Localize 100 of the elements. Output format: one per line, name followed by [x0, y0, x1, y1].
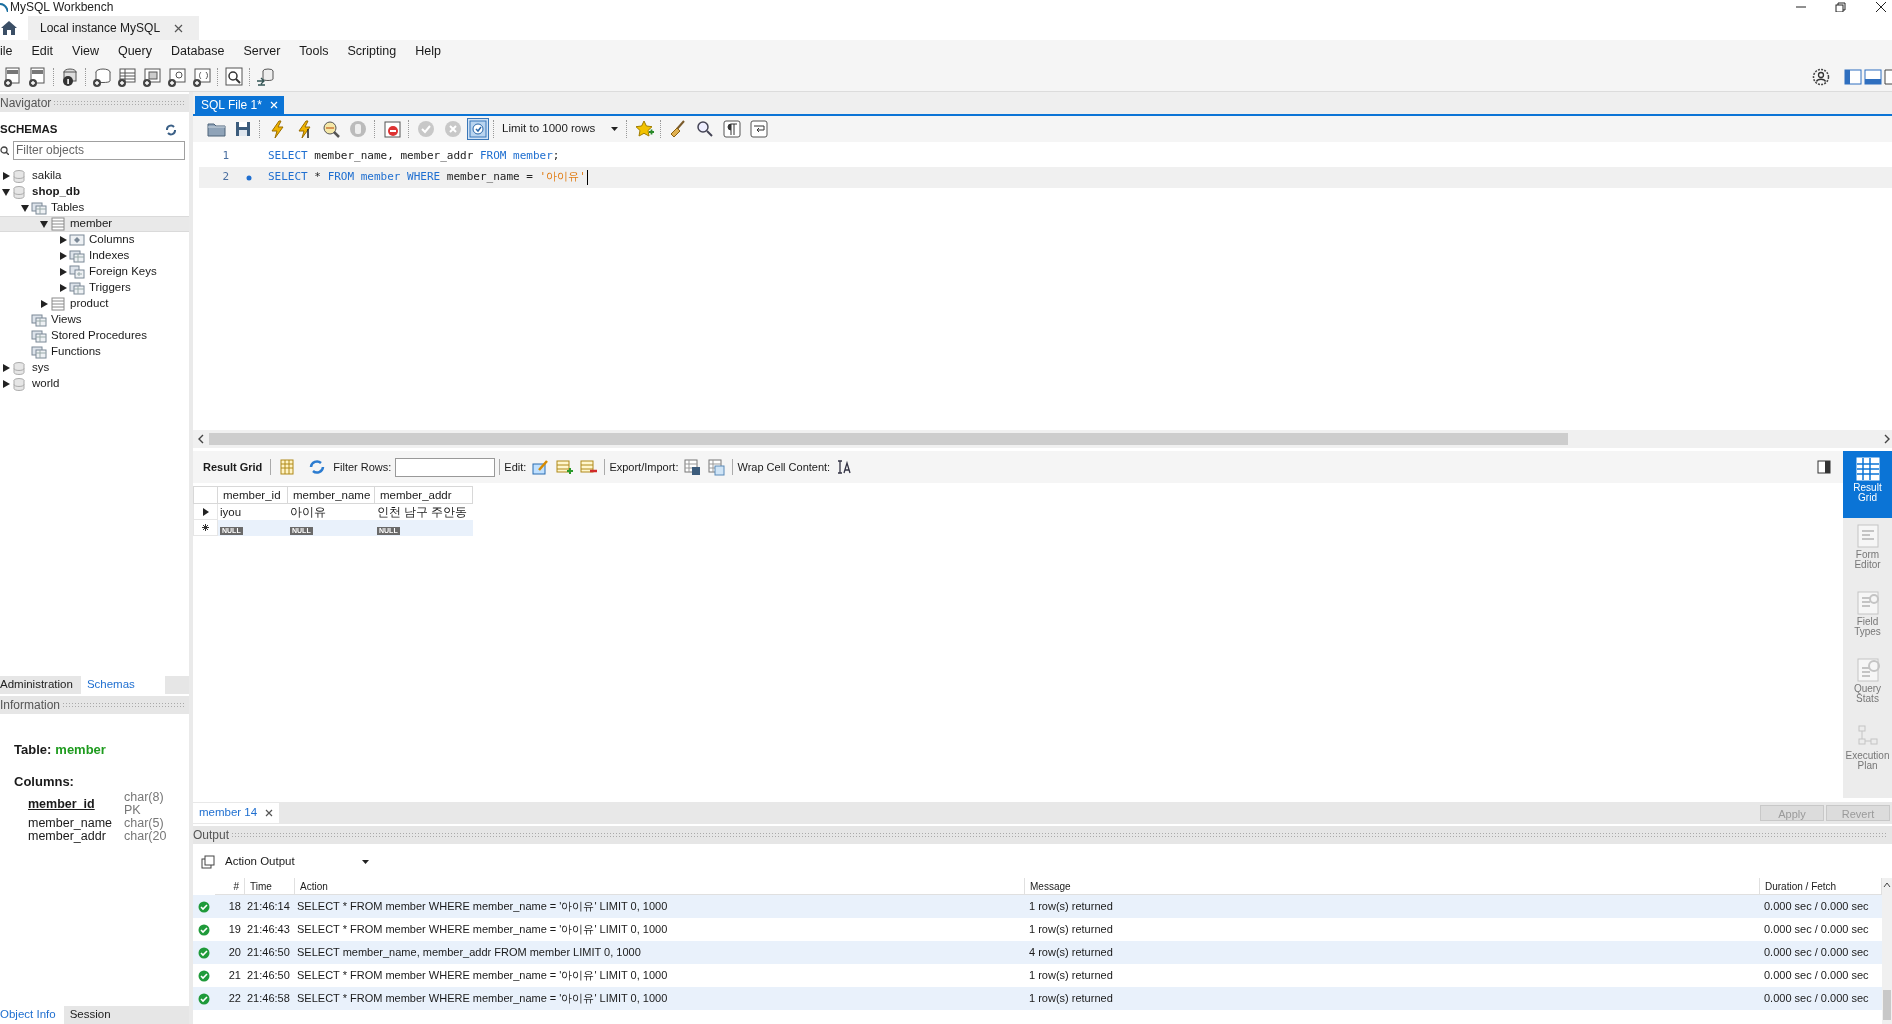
menu-item[interactable]: Tools: [299, 41, 329, 61]
collapsed-arrow-icon[interactable]: [59, 268, 67, 276]
table-cell: SELECT * FROM member WHERE member_name = '아이유' LIMIT 0, 1000: [295, 895, 1025, 918]
tree-item[interactable]: world: [32, 375, 60, 393]
panel-tab[interactable]: Object Info: [0, 1006, 64, 1024]
tree-item[interactable]: Functions: [51, 343, 101, 361]
table-icon: [50, 217, 66, 231]
line-number: 1: [221, 148, 229, 165]
result-tab[interactable]: member 14: [193, 803, 280, 823]
caret-icon: [611, 127, 618, 131]
folder-icon: [31, 345, 47, 359]
code-line: SELECT * FROM member WHERE member_name = '아이유': [268, 169, 586, 186]
tree-item[interactable]: Foreign Keys: [89, 263, 157, 281]
output-selector[interactable]: Action Output: [223, 852, 371, 872]
panel-toggle-icon[interactable]: [1817, 460, 1831, 474]
restore-icon[interactable]: [1834, 2, 1848, 12]
editor-tab[interactable]: SQL File 1*: [195, 96, 284, 114]
limit-dropdown[interactable]: Limit to 1000 rows: [498, 119, 622, 139]
menu-item[interactable]: Database: [171, 41, 225, 61]
panel-title: Output: [193, 827, 231, 844]
collapsed-arrow-icon[interactable]: [59, 252, 67, 260]
table-cell-text: 인천 남구 주안동: [376, 505, 469, 520]
scrollbar-thumb[interactable]: [209, 433, 1568, 445]
toolbar-label: Result Grid: [202, 459, 264, 475]
toolbar-label: Filter Rows:: [333, 459, 392, 475]
close-icon[interactable]: [174, 23, 184, 33]
window-title: MySQL Workbench: [10, 2, 114, 12]
tree-item[interactable]: Columns: [89, 231, 135, 249]
vertical-scrollbar[interactable]: [1882, 878, 1892, 1024]
table-cell: 1 row(s) returned: [1025, 987, 1760, 1010]
table-cell: 21:46:14: [245, 895, 295, 918]
horizontal-scrollbar[interactable]: [193, 430, 1892, 448]
tree-item[interactable]: product: [70, 295, 109, 313]
close-icon[interactable]: [265, 809, 274, 817]
folder-icon: [69, 281, 85, 295]
tree-item[interactable]: Stored Procedures: [51, 327, 147, 345]
autocommit-icon[interactable]: [467, 118, 489, 140]
copy-icon[interactable]: [201, 855, 215, 869]
side-panel-button[interactable]: Result Grid: [1843, 451, 1892, 518]
folder-icon: [31, 329, 47, 343]
connection-tab[interactable]: Local instance MySQL: [28, 16, 200, 40]
foreign-keys-icon: [69, 265, 85, 279]
side-panel-button[interactable]: Form Editor: [1843, 518, 1892, 585]
table-cell: 21:46:50: [245, 941, 295, 964]
collapsed-arrow-icon[interactable]: [40, 300, 48, 308]
tab-label: member 14: [199, 805, 258, 821]
home-icon[interactable]: [0, 20, 18, 36]
menu-item[interactable]: ile: [0, 41, 13, 61]
search-icon: [0, 145, 9, 155]
side-panel-button[interactable]: Execution Plan: [1843, 719, 1892, 786]
table-cell: 21:46:58: [245, 987, 295, 1010]
menu-item[interactable]: View: [72, 41, 99, 61]
refresh-icon[interactable]: [165, 124, 177, 136]
side-panel-button[interactable]: Query Stats: [1843, 652, 1892, 719]
collapsed-arrow-icon[interactable]: [2, 364, 10, 372]
tree-item[interactable]: sakila: [32, 167, 62, 185]
column-header[interactable]: member_id: [218, 486, 288, 504]
menu-item[interactable]: Query: [117, 41, 152, 61]
dropdown-value: Limit to 1000 rows: [502, 121, 596, 137]
expanded-arrow-icon[interactable]: [2, 188, 10, 196]
close-icon[interactable]: [1874, 2, 1888, 12]
collapsed-arrow-icon[interactable]: [59, 284, 67, 292]
menu-item[interactable]: Edit: [31, 41, 54, 61]
tree-item[interactable]: Views: [51, 311, 82, 329]
side-panel-button[interactable]: Field Types: [1843, 585, 1892, 652]
scrollbar-thumb[interactable]: [1883, 990, 1891, 1020]
tree-item[interactable]: Tables: [51, 199, 85, 217]
collapsed-arrow-icon[interactable]: [2, 172, 10, 180]
panel-toggle-icon[interactable]: [1884, 68, 1892, 85]
folder-icon: [31, 313, 47, 327]
toolbar-label: Edit:: [504, 459, 527, 475]
column-header[interactable]: member_name: [288, 486, 375, 504]
toolbar-label: Wrap Cell Content:: [737, 459, 831, 475]
columns-icon: [69, 233, 85, 247]
new-row-icon: [202, 524, 209, 531]
tree-item[interactable]: Triggers: [89, 279, 131, 297]
menu-item[interactable]: Server: [243, 41, 281, 61]
panel-title: Navigator: [0, 95, 53, 112]
settings-icon[interactable]: [1812, 67, 1830, 86]
tab-label: SQL File 1*: [201, 97, 262, 114]
output-toggle-icon[interactable]: [1864, 68, 1882, 85]
collapsed-arrow-icon[interactable]: [59, 236, 67, 244]
column-header[interactable]: member_addr: [375, 486, 473, 504]
table-cell-text: 아이유: [289, 505, 327, 520]
collapsed-arrow-icon[interactable]: [2, 380, 10, 388]
menu-item[interactable]: Help: [415, 41, 441, 61]
menu-item[interactable]: Scripting: [347, 41, 397, 61]
tree-item[interactable]: Indexes: [89, 247, 130, 265]
text-cursor: [586, 170, 588, 185]
tree-item[interactable]: shop_db: [32, 183, 80, 201]
line-number: 2: [221, 169, 229, 186]
expanded-arrow-icon[interactable]: [40, 220, 48, 228]
expanded-arrow-icon[interactable]: [21, 204, 29, 212]
sidebar-toggle-icon[interactable]: [1844, 68, 1862, 85]
filter-field[interactable]: Filter objects: [13, 140, 185, 160]
filter-rows-field[interactable]: [395, 457, 496, 477]
panel-tab[interactable]: Schemas: [80, 676, 165, 694]
tree-item[interactable]: sys: [32, 359, 50, 377]
column-type: char(5): [124, 817, 164, 830]
current-row-icon: [202, 507, 209, 516]
